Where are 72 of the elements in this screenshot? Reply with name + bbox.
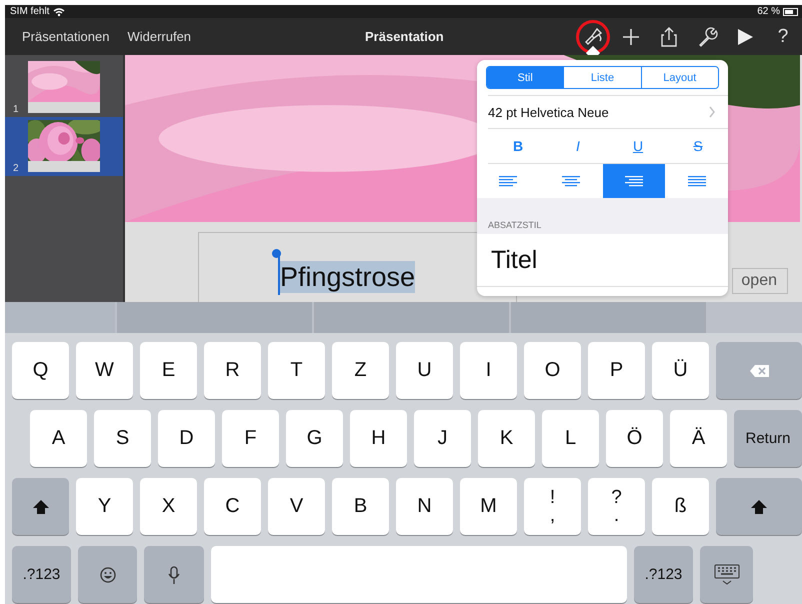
align-justify-icon	[688, 176, 706, 186]
key[interactable]: ? .	[588, 478, 645, 535]
chevron-icon	[709, 106, 716, 118]
selection-handle	[272, 249, 281, 295]
nav-button[interactable]: Widerrufen	[127, 29, 192, 44]
slide-thumbnail[interactable]: 1	[5, 58, 123, 117]
key[interactable]: L	[542, 410, 599, 467]
segment-tab[interactable]: Layout	[640, 67, 718, 88]
hide-keyboard-key[interactable]	[700, 546, 753, 603]
help-button[interactable]: ?	[778, 26, 788, 48]
shift-key[interactable]	[716, 478, 802, 535]
nav-button[interactable]: Präsentationen	[22, 29, 110, 44]
mode-key[interactable]: .?123	[634, 546, 693, 603]
align-left-icon	[499, 176, 518, 186]
battery-percent: 62 %	[757, 6, 780, 17]
key[interactable]: Z	[332, 342, 389, 399]
key[interactable]: K	[478, 410, 535, 467]
document-title: Präsentation	[365, 29, 444, 44]
key[interactable]: Y	[76, 478, 133, 535]
align-center-icon	[562, 176, 580, 186]
key[interactable]: W	[76, 342, 133, 399]
microphone-icon	[167, 566, 181, 584]
key[interactable]: F	[222, 410, 279, 467]
key[interactable]: S	[94, 410, 151, 467]
key[interactable]: C	[204, 478, 261, 535]
key[interactable]: Ö	[606, 410, 663, 467]
paragraph-style-option[interactable]: Titel	[477, 234, 728, 287]
key[interactable]: J	[414, 410, 471, 467]
emoji-icon	[100, 566, 116, 582]
return-key[interactable]: Return	[734, 410, 802, 467]
battery-icon	[783, 8, 798, 16]
key[interactable]: G	[286, 410, 343, 467]
shift-icon	[750, 498, 768, 514]
segment-tab[interactable]: Stil	[487, 67, 564, 88]
key[interactable]: V	[268, 478, 325, 535]
section-header: ABSATZSTIL	[477, 198, 728, 234]
align-right-button[interactable]	[602, 164, 666, 198]
shift-key[interactable]	[12, 478, 69, 535]
key[interactable]: D	[158, 410, 215, 467]
text-box: open	[732, 268, 788, 294]
key[interactable]: Q	[12, 342, 69, 399]
key[interactable]: R	[204, 342, 261, 399]
key[interactable]: M	[460, 478, 517, 535]
key[interactable]: X	[140, 478, 197, 535]
hide-keyboard-icon	[714, 564, 740, 585]
key[interactable]: N	[396, 478, 453, 535]
backspace-key[interactable]	[716, 342, 802, 399]
wifi-icon	[53, 6, 66, 16]
key[interactable]: O	[524, 342, 581, 399]
key[interactable]: Ü	[652, 342, 709, 399]
font-label: 42 pt Helvetica Neue	[488, 104, 610, 120]
key[interactable]: I	[460, 342, 517, 399]
key[interactable]: A	[30, 410, 87, 467]
carrier-label: SIM fehlt	[10, 6, 50, 17]
key[interactable]: E	[140, 342, 197, 399]
slide-number: 1	[13, 104, 20, 115]
key[interactable]: T	[268, 342, 325, 399]
emoji-key[interactable]	[78, 546, 137, 603]
backspace-icon	[748, 364, 770, 378]
align-right-icon	[624, 176, 643, 186]
slide-number: 2	[13, 163, 20, 174]
key[interactable]: B	[332, 478, 389, 535]
key[interactable]: P	[588, 342, 645, 399]
slide-thumbnail[interactable]: 2	[5, 117, 123, 176]
key[interactable]: Ä	[670, 410, 727, 467]
key[interactable]: ß	[652, 478, 709, 535]
key[interactable]: ! ,	[524, 478, 581, 535]
slide-title-text[interactable]: Pfingstrose	[280, 261, 416, 293]
key[interactable]: U	[396, 342, 453, 399]
key[interactable]: H	[350, 410, 407, 467]
shift-icon	[32, 498, 50, 514]
mode-key[interactable]: .?123	[12, 546, 71, 603]
